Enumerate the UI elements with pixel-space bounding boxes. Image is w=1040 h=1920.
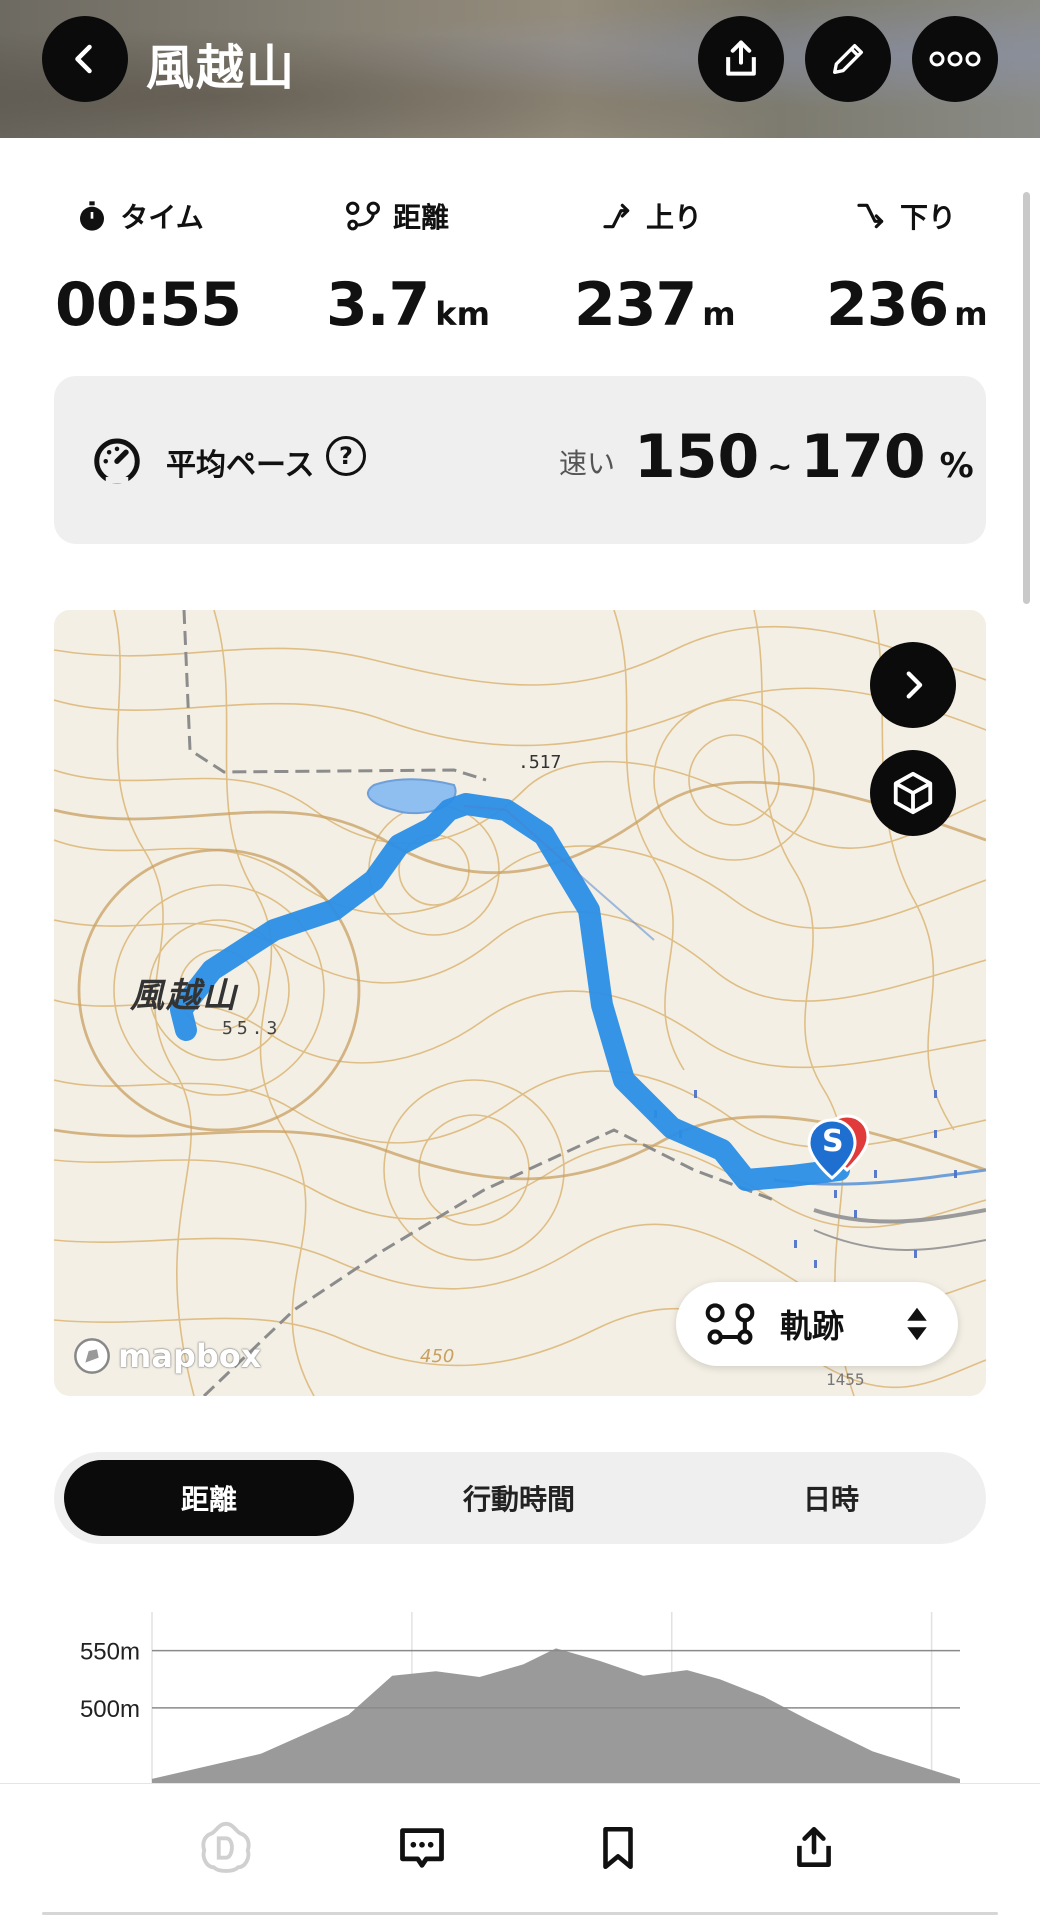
map-label-peak-elevation: 55.3 (222, 1018, 282, 1039)
page-title: 風越山 (146, 40, 297, 96)
stat-descent-value: 236 (826, 270, 949, 340)
map-label-elevation-top: .517 (518, 752, 562, 773)
pace-help-button[interactable]: ? (326, 436, 366, 476)
tab-date-time[interactable]: 日時 (686, 1460, 976, 1536)
pencil-icon (833, 44, 863, 75)
mapbox-attribution[interactable]: mapbox (72, 1336, 261, 1376)
pace-qualifier: 速い (559, 447, 616, 480)
y-tick-label: 550m (80, 1639, 140, 1666)
track-mode-label: 軌跡 (780, 1307, 845, 1345)
route-icon (346, 201, 380, 231)
stat-time-value: 00:55 (55, 270, 242, 340)
stat-time: タイム 00:55 (25, 196, 255, 340)
dolomite-logo-button[interactable] (196, 1818, 256, 1878)
stat-ascent: 上り 237 m (536, 196, 766, 340)
stat-descent-unit: m (954, 295, 988, 333)
x-axis-mode-tabs: 距離 行動時間 日時 (54, 1452, 986, 1544)
stat-ascent-value: 237 (574, 270, 697, 340)
share-icon (726, 40, 756, 76)
stat-distance: 距離 3.7 km (282, 196, 512, 340)
bookmark-button[interactable] (588, 1818, 648, 1878)
tab-distance[interactable]: 距離 (64, 1460, 354, 1536)
stat-ascent-unit: m (702, 295, 736, 333)
map-3d-button[interactable] (870, 750, 956, 836)
bookmark-icon (603, 1826, 633, 1870)
map-label-elevation-right: 1455 (826, 1370, 865, 1389)
share-button[interactable] (698, 16, 784, 102)
track-mode-selector[interactable]: 軌跡 (676, 1282, 958, 1366)
scrollbar[interactable] (1023, 192, 1030, 604)
home-indicator (42, 1912, 998, 1915)
start-marker-label: S (822, 1124, 844, 1159)
descent-icon (857, 203, 884, 229)
elevation-area (152, 1648, 960, 1788)
question-icon: ? (339, 442, 353, 470)
more-dots-icon (929, 51, 981, 67)
pace-range: 150 ~170% (634, 422, 974, 492)
more-button[interactable] (912, 16, 998, 102)
route-icon (705, 1303, 755, 1345)
comment-icon (400, 1828, 444, 1868)
mapbox-logo-icon (74, 1338, 110, 1374)
share-route-button[interactable] (784, 1818, 844, 1878)
stopwatch-icon (80, 201, 105, 231)
route-map[interactable]: .517 風越山 55.3 450 1455 S 軌跡 mapbox (54, 610, 986, 1396)
pace-tilde: ~ (767, 450, 793, 485)
stat-time-label: タイム (120, 201, 204, 234)
stat-distance-value: 3.7 (326, 270, 430, 340)
comment-button[interactable] (392, 1818, 452, 1878)
chevron-left-icon (75, 44, 92, 74)
stat-distance-label: 距離 (392, 201, 449, 234)
share-icon (797, 1826, 831, 1867)
tab-active-time[interactable]: 行動時間 (374, 1460, 664, 1536)
mapbox-wordmark: mapbox (118, 1337, 262, 1375)
average-pace-card: 平均ペース ? 速い 150 ~170% (54, 376, 986, 544)
pace-unit: % (939, 446, 974, 486)
stat-descent: 下り 236 m (790, 196, 1020, 340)
stat-descent-label: 下り (899, 201, 956, 234)
stat-distance-unit: km (435, 295, 490, 333)
chevron-right-icon (906, 671, 923, 699)
map-expand-button[interactable] (870, 642, 956, 728)
back-button[interactable] (42, 16, 128, 102)
stat-ascent-label: 上り (645, 201, 702, 234)
ascent-icon (603, 203, 630, 229)
map-label-peak: 風越山 (130, 976, 238, 1016)
elevation-chart: 550m 500m (80, 1612, 960, 1788)
cube-icon (893, 771, 933, 815)
speedometer-icon (94, 438, 140, 484)
dolomite-logo-icon (201, 1821, 251, 1873)
bottom-toolbar (0, 1784, 1040, 1920)
map-label-elevation-bottom: 450 (420, 1346, 455, 1367)
y-tick-label: 500m (80, 1696, 140, 1723)
pace-label: 平均ペース (166, 448, 315, 483)
sort-arrows-icon (907, 1307, 927, 1341)
pace-max: 170 (800, 422, 926, 492)
pace-min: 150 (634, 422, 760, 492)
edit-button[interactable] (805, 16, 891, 102)
